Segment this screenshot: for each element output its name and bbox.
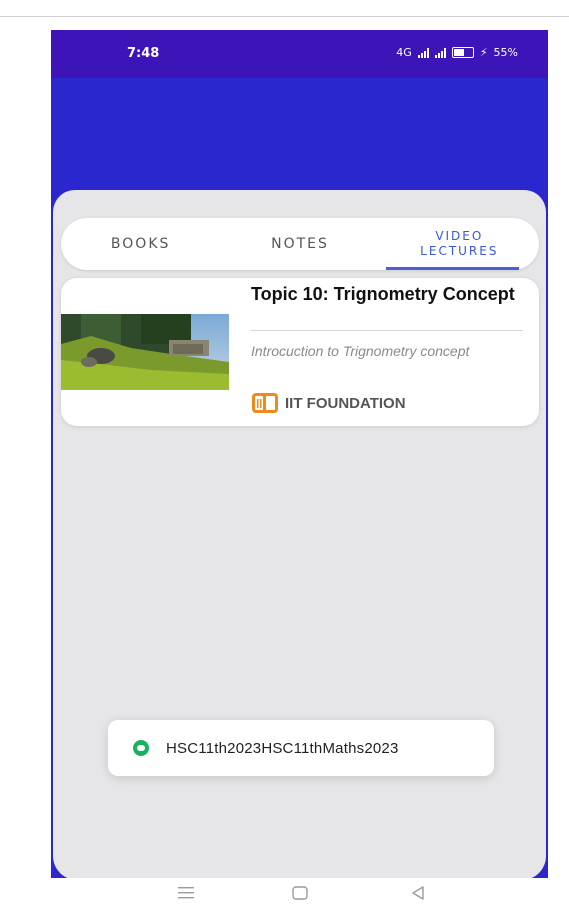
tab-books[interactable]: BOOKS [61, 218, 220, 270]
phone-screen: 7:48 4G ⚡ 55% BOOKS NOTES VIDEO LECTURES [51, 30, 548, 878]
toast-text: HSC11th2023HSC11thMaths2023 [166, 739, 399, 757]
charging-icon: ⚡ [479, 46, 488, 59]
course-tag: IIT FOUNDATION [251, 392, 406, 414]
menu-button[interactable] [175, 882, 197, 904]
tab-video-lectures[interactable]: VIDEO LECTURES [380, 218, 539, 270]
status-bar: 7:48 4G ⚡ 55% [51, 30, 548, 78]
tab-bar: BOOKS NOTES VIDEO LECTURES [61, 218, 539, 270]
top-edge [0, 0, 569, 17]
app-icon [133, 740, 149, 756]
status-icons: 4G ⚡ 55% [396, 46, 518, 59]
course-tag-label: IIT FOUNDATION [285, 394, 406, 412]
home-button[interactable] [289, 882, 311, 904]
signal-icon [417, 47, 429, 58]
system-nav-bar [51, 878, 548, 908]
course-icon [252, 393, 278, 413]
back-button[interactable] [407, 882, 429, 904]
content-sheet: BOOKS NOTES VIDEO LECTURES Topic 10: Tri… [53, 190, 546, 878]
toast-message: HSC11th2023HSC11thMaths2023 [108, 720, 494, 776]
battery-percent: 55% [493, 46, 518, 59]
back-icon [412, 886, 424, 900]
menu-icon [178, 887, 194, 899]
battery-icon [451, 47, 474, 58]
lecture-thumbnail[interactable] [61, 314, 229, 390]
signal-icon-2 [434, 47, 446, 58]
home-icon [292, 886, 308, 900]
lecture-title: Topic 10: Trignometry Concept [251, 284, 515, 304]
status-time: 7:48 [127, 46, 160, 61]
network-label: 4G [396, 46, 412, 59]
lecture-subtitle: Introcuction to Trignometry concept [251, 343, 470, 359]
lecture-card[interactable]: Topic 10: Trignometry Concept Introcucti… [61, 278, 539, 426]
card-divider [251, 330, 523, 331]
tab-notes[interactable]: NOTES [220, 218, 379, 270]
thumbnail-image [61, 314, 229, 390]
